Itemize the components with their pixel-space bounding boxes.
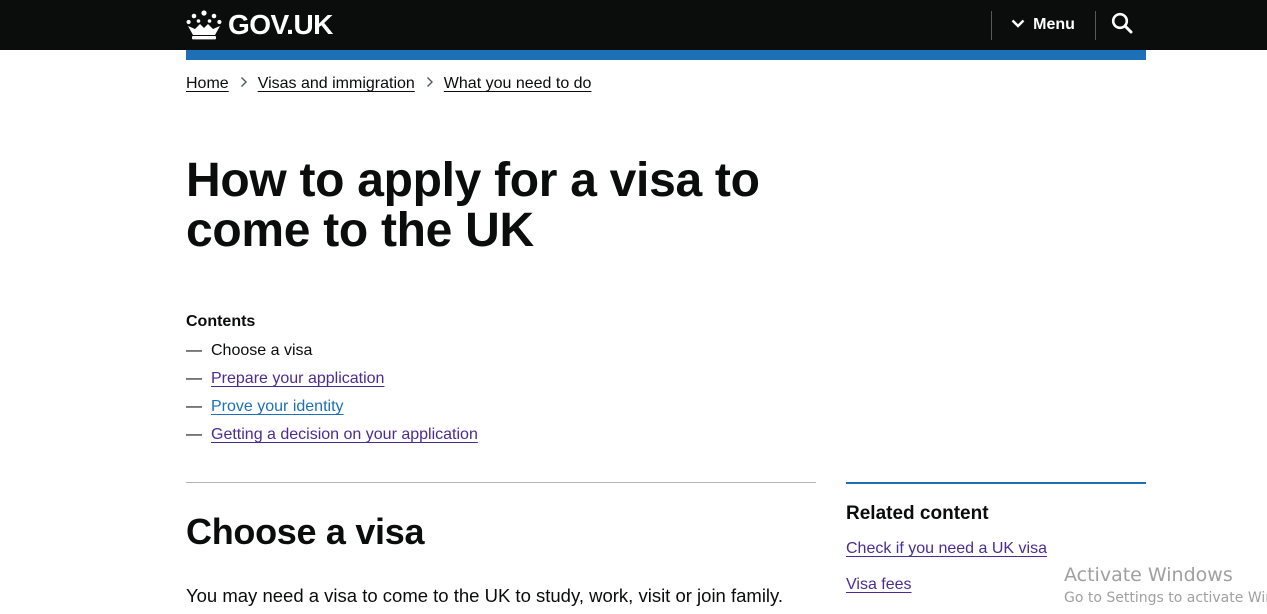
breadcrumb-item-visas-and-immigration[interactable]: Visas and immigration: [258, 74, 415, 94]
contents-dash: —: [186, 398, 202, 415]
contents-dash: —: [186, 426, 202, 443]
contents-item: — Prepare your application: [186, 369, 478, 397]
page-title: How to apply for a visa to come to the U…: [186, 154, 760, 257]
logo-text: GOV.UK: [228, 9, 333, 40]
section-divider: [186, 482, 816, 483]
contents-list: — Choose a visa — Prepare your applicati…: [186, 341, 478, 453]
menu-label: Menu: [1033, 16, 1075, 33]
contents-item: — Choose a visa: [186, 341, 478, 369]
contents-link-getting-a-decision[interactable]: Getting a decision on your application: [211, 425, 478, 445]
contents-dash: —: [186, 370, 202, 387]
site-header: GOV.UK Menu: [0, 0, 1267, 50]
search-icon: [1111, 12, 1133, 39]
breadcrumb-item-home[interactable]: Home: [186, 74, 229, 94]
related-link-check-uk-visa[interactable]: Check if you need a UK visa: [846, 540, 1047, 557]
govuk-logo-link[interactable]: GOV.UK: [186, 9, 333, 41]
contents-link-prepare-your-application[interactable]: Prepare your application: [211, 369, 384, 389]
watermark-title: Activate Windows: [1064, 564, 1233, 586]
contents-item: — Getting a decision on your application: [186, 425, 478, 453]
breadcrumb-item-what-you-need-to-do[interactable]: What you need to do: [444, 74, 592, 94]
contents-item: — Prove your identity: [186, 397, 478, 425]
chevron-right-icon: [240, 74, 248, 94]
contents-heading: Contents: [186, 313, 256, 330]
section-heading: Choose a visa: [186, 511, 425, 552]
related-content-heading: Related content: [846, 503, 989, 524]
search-button[interactable]: [1100, 10, 1144, 40]
chevron-right-icon: [426, 74, 434, 94]
watermark-subtitle: Go to Settings to activate Windows.: [1064, 590, 1267, 606]
menu-button[interactable]: Menu: [1000, 10, 1086, 40]
chevron-down-icon: [1011, 16, 1033, 34]
activate-windows-watermark: Activate Windows Go to Settings to activ…: [1064, 563, 1267, 607]
contents-dash: —: [186, 342, 202, 359]
related-link-visa-fees[interactable]: Visa fees: [846, 576, 912, 593]
contents-link-prove-your-identity[interactable]: Prove your identity: [211, 397, 344, 417]
header-divider: [991, 11, 992, 40]
header-accent-bar: [186, 50, 1146, 60]
breadcrumb: Home Visas and immigration What you need…: [186, 74, 591, 94]
crown-icon: [186, 10, 222, 40]
header-divider: [1095, 11, 1096, 40]
related-link-item: Check if you need a UK visa: [846, 539, 1146, 559]
contents-item-current: Choose a visa: [211, 342, 313, 359]
section-body-text: You may need a visa to come to the UK to…: [186, 585, 784, 606]
